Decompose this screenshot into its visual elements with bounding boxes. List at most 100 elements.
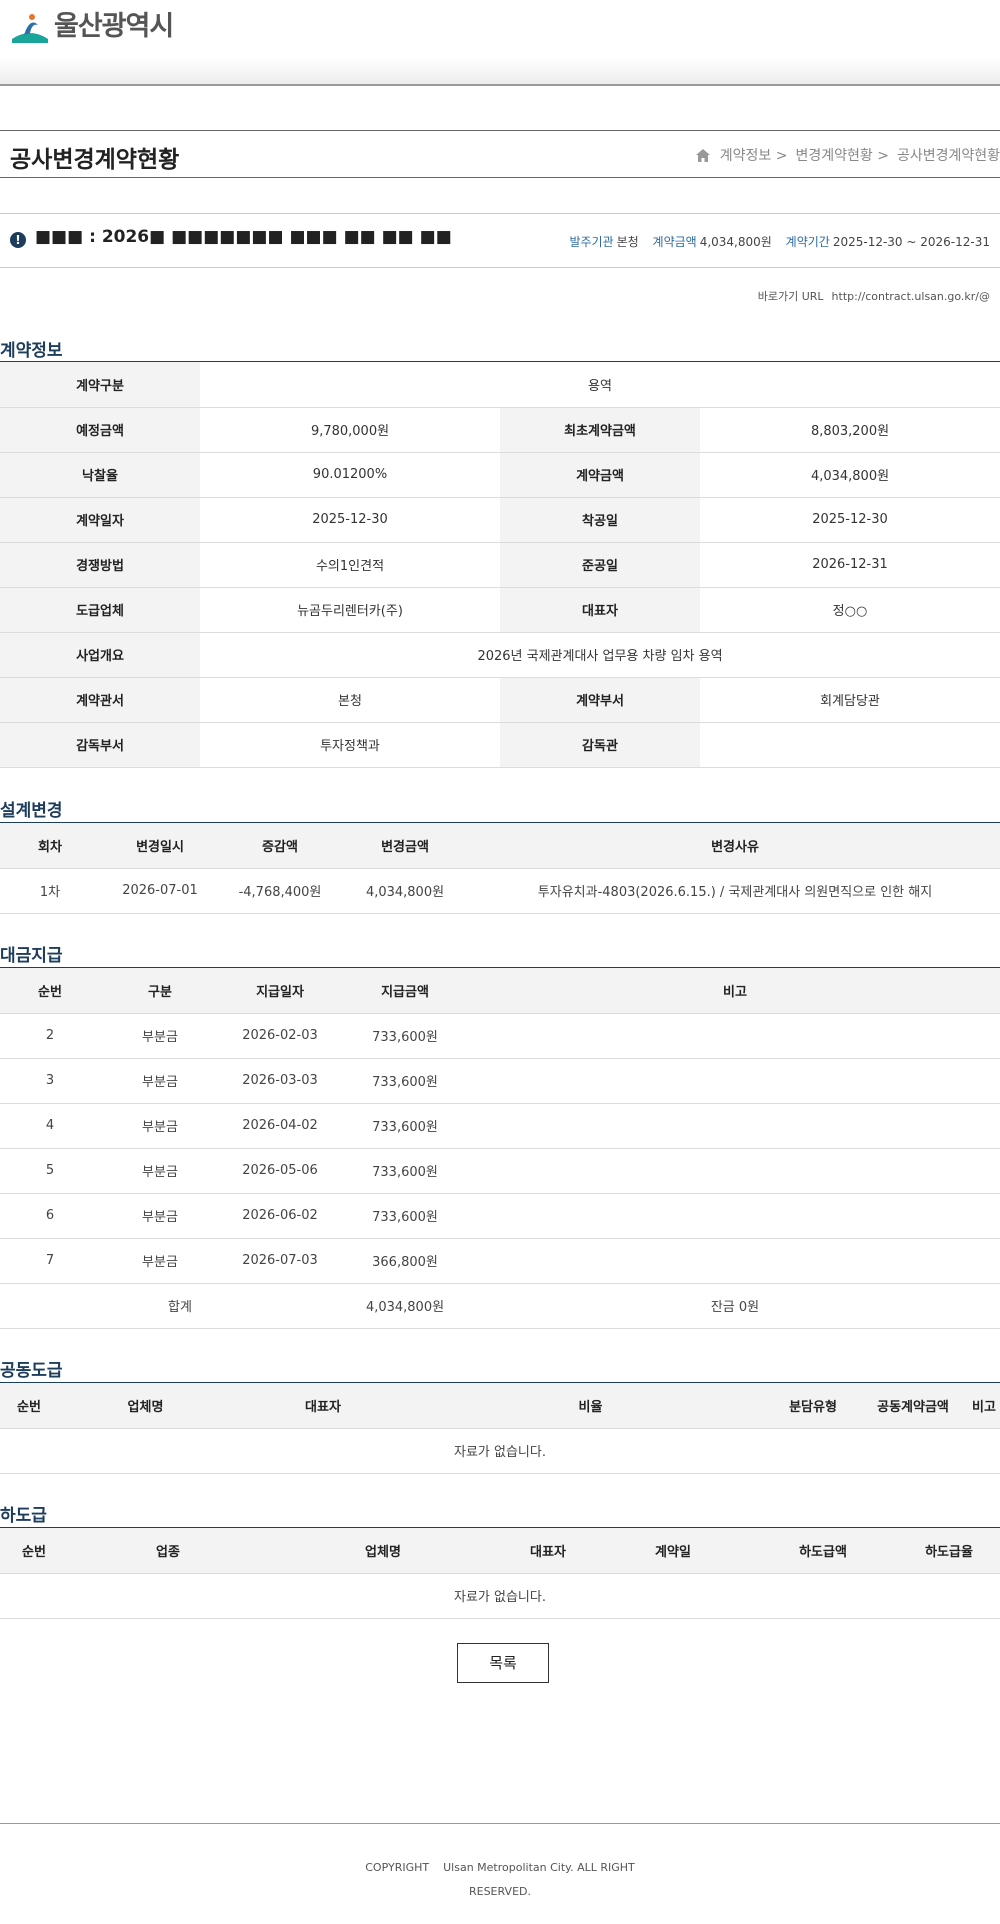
column-header: 회차 (0, 823, 100, 869)
table-cell: 2026-02-03 (220, 1013, 340, 1059)
table-cell: 2026-05-06 (220, 1148, 340, 1194)
section-title-joint-contract: 공동도급 (0, 1361, 63, 1381)
table-row: 도급업체 뉴곰두리렌터카(주) 대표자 정○○ (0, 587, 1000, 633)
page-heading: 공사변경계약현황 계약정보 > 변경계약현황 > 공사변경계약현황 (0, 130, 1000, 178)
ulsan-logo[interactable]: 울산광역시 (10, 8, 174, 46)
section-title-payment: 대금지급 (0, 946, 63, 966)
table-cell: 4 (0, 1103, 100, 1149)
payment-table: 순번 구분 지급일자 지급금액 비고 2 부분금 2026-02-03 733,600원 3 부분… (0, 968, 1000, 1329)
field-label: 감독부서 (0, 722, 200, 768)
field-value: 투자정책과 (200, 722, 500, 768)
column-header: 순번 (0, 1528, 68, 1574)
table-cell: 733,600원 (340, 1058, 470, 1104)
table-row: 2 부분금 2026-02-03 733,600원 (0, 1013, 1000, 1059)
column-header: 업체명 (58, 1383, 233, 1429)
footer-copyright: COPYRIGHT Ulsan Metropolitan City. ALL RI… (0, 1856, 1000, 1904)
column-header: 공동계약금액 (858, 1383, 968, 1429)
field-value: 2026-12-31 (700, 542, 1000, 588)
field-value: 2025-12-30 (700, 497, 1000, 543)
column-header: 하도급율 (898, 1528, 1000, 1574)
table-cell: 부분금 (100, 1013, 220, 1059)
url-value[interactable]: http://contract.ulsan.go.kr/@ (832, 290, 990, 303)
field-label: 착공일 (500, 497, 700, 543)
field-label: 감독관 (500, 722, 700, 768)
field-value: 본청 (200, 677, 500, 723)
table-cell: 4,034,800원 (340, 868, 470, 914)
amount-label: 계약금액 (652, 235, 697, 249)
field-value: 뉴곰두리렌터카(주) (200, 587, 500, 633)
field-label: 최초계약금액 (500, 407, 700, 453)
table-cell: -4,768,400원 (220, 868, 340, 914)
table-row: 계약구분 용역 (0, 362, 1000, 408)
table-cell (470, 1013, 1000, 1059)
column-header: 지급금액 (340, 968, 470, 1014)
table-cell: 2026-06-02 (220, 1193, 340, 1239)
field-value: 회계담당관 (700, 677, 1000, 723)
table-cell (470, 1193, 1000, 1239)
table-row: 경쟁방법 수의1인견적 준공일 2026-12-31 (0, 542, 1000, 588)
breadcrumb-item-change-status[interactable]: 변경계약현황 > (795, 145, 888, 165)
field-value: 용역 (200, 362, 1000, 408)
copyright-label: COPYRIGHT (365, 1861, 430, 1874)
table-cell (470, 1148, 1000, 1194)
contract-meta: 발주기관 본청 계약금액 4,034,800원 계약기간 2025-12-30 ~ 2… (559, 233, 990, 250)
field-value: 9,780,000원 (200, 407, 500, 453)
table-cell: 부분금 (100, 1238, 220, 1284)
home-icon[interactable] (695, 148, 710, 162)
field-label: 경쟁방법 (0, 542, 200, 588)
breadcrumb: 계약정보 > 변경계약현황 > 공사변경계약현황 (695, 145, 1000, 165)
table-cell: 투자유치과-4803(2026.6.15.) / 국제관계대사 의원면직으로 인… (470, 868, 1000, 914)
design-change-table: 회차 변경일시 증감액 변경금액 변경사유 1차 2026-07-01 -4,768,400… (0, 823, 1000, 914)
field-value: 수의1인견적 (200, 542, 500, 588)
breadcrumb-item-contract-info[interactable]: 계약정보 > (720, 145, 788, 165)
field-value: 8,803,200원 (700, 407, 1000, 453)
table-row: 계약관서 본청 계약부서 회계담당관 (0, 677, 1000, 723)
field-value: 정○○ (700, 587, 1000, 633)
field-label: 준공일 (500, 542, 700, 588)
table-cell: 2026-07-01 (100, 868, 220, 914)
table-cell: 부분금 (100, 1058, 220, 1104)
column-header: 순번 (0, 968, 100, 1014)
field-label: 계약금액 (500, 452, 700, 498)
field-value: 2025-12-30 (200, 497, 500, 543)
column-header: 변경일시 (100, 823, 220, 869)
table-row: 6 부분금 2026-06-02 733,600원 (0, 1193, 1000, 1239)
column-header: 비고 (968, 1383, 1000, 1429)
field-label: 계약부서 (500, 677, 700, 723)
table-cell: 733,600원 (340, 1148, 470, 1194)
table-cell: 2026-03-03 (220, 1058, 340, 1104)
breadcrumb-item-current: 공사변경계약현황 (896, 148, 1000, 164)
field-label: 예정금액 (0, 407, 200, 453)
table-cell (470, 1103, 1000, 1149)
table-cell: 6 (0, 1193, 100, 1239)
exclamation-icon: ! (10, 232, 26, 248)
column-header: 비고 (470, 968, 1000, 1014)
empty-message: 자료가 없습니다. (0, 1428, 1000, 1474)
field-value (700, 722, 1000, 768)
contract-name: ■■■ : 2026■ ■■■■■■■ ■■■ ■■ ■■ ■■ (35, 227, 452, 247)
field-value: 2026년 국제관계대사 업무용 차량 임차 용역 (200, 632, 1000, 678)
section-title-subcontract: 하도급 (0, 1506, 47, 1526)
column-header: 대표자 (233, 1383, 413, 1429)
table-cell: 1차 (0, 868, 100, 914)
table-cell: 366,800원 (340, 1238, 470, 1284)
table-row: 5 부분금 2026-05-06 733,600원 (0, 1148, 1000, 1194)
contract-info-table: 계약구분 용역 예정금액 9,780,000원 최초계약금액 8,803,200원 낙찰율 9… (0, 362, 1000, 768)
table-row: 낙찰율 90.01200% 계약금액 4,034,800원 (0, 452, 1000, 498)
field-label: 낙찰율 (0, 452, 200, 498)
url-label: 바로가기 URL (757, 290, 824, 303)
site-header: 울산광역시 (0, 0, 1000, 58)
list-button[interactable]: 목록 (457, 1643, 549, 1683)
page-title: 공사변경계약현황 (10, 147, 180, 173)
field-label: 계약관서 (0, 677, 200, 723)
field-label: 계약일자 (0, 497, 200, 543)
table-row: 사업개요 2026년 국제관계대사 업무용 차량 임차 용역 (0, 632, 1000, 678)
table-cell: 3 (0, 1058, 100, 1104)
table-row: 계약일자 2025-12-30 착공일 2025-12-30 (0, 497, 1000, 543)
table-row: 4 부분금 2026-04-02 733,600원 (0, 1103, 1000, 1149)
footer: COPYRIGHT Ulsan Metropolitan City. ALL RI… (0, 1823, 1000, 1924)
column-header: 지급일자 (220, 968, 340, 1014)
total-value: 4,034,800원 (340, 1283, 470, 1329)
column-header: 업체명 (268, 1528, 498, 1574)
nav-bar (0, 58, 1000, 86)
